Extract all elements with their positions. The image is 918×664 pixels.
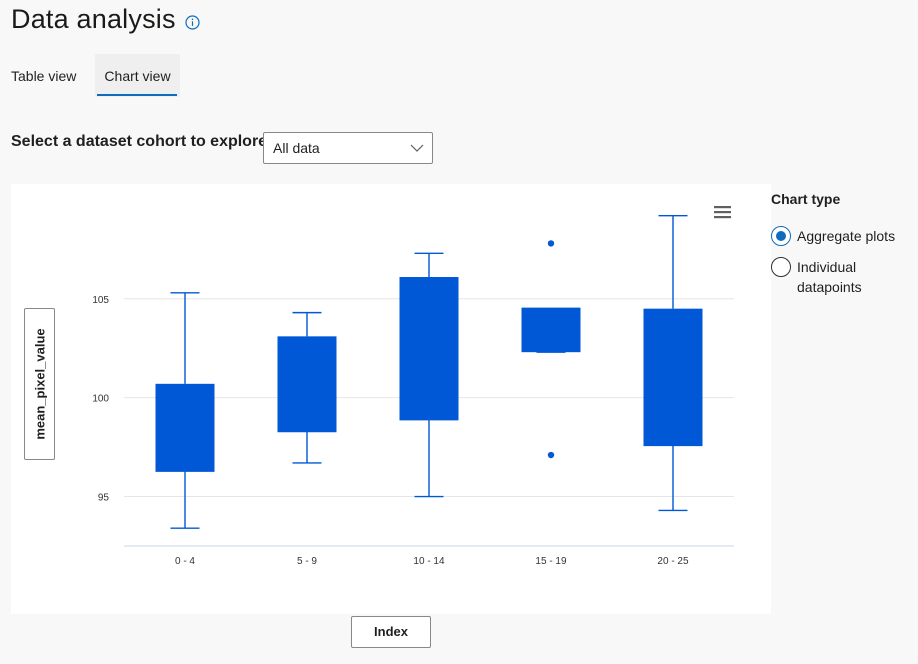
radio-selected-icon <box>771 226 791 246</box>
box-plot-chart: 95 100 105 0 - 4 5 - 9 10 - 14 15 - 19 20 - 25 <box>92 215 734 567</box>
box <box>399 277 459 420</box>
y-axis-selector-button[interactable]: mean_pixel_value <box>24 308 55 460</box>
page: Data analysis Table view Chart view Sele… <box>0 0 918 664</box>
y-tick-label: 95 <box>98 493 110 504</box>
x-tick-label: 20 - 25 <box>657 556 689 567</box>
box <box>521 308 581 353</box>
box <box>643 308 703 446</box>
x-tick-label: 15 - 19 <box>535 556 567 567</box>
chart-type-title: Chart type <box>771 191 841 207</box>
x-axis-selector-button[interactable]: Index <box>351 616 431 648</box>
box <box>155 383 215 471</box>
x-tick-label: 10 - 14 <box>413 556 445 567</box>
x-tick-label: 5 - 9 <box>297 556 317 567</box>
chart-menu-icon[interactable] <box>714 205 731 219</box>
y-tick-label: 105 <box>92 295 109 306</box>
outlier-point <box>547 240 555 247</box>
box <box>277 336 337 432</box>
radio-individual-datapoints[interactable]: Individual datapoints <box>771 257 907 297</box>
radio-aggregate-plots-label: Aggregate plots <box>797 228 896 244</box>
radio-unselected-icon <box>771 257 791 277</box>
radio-aggregate-plots[interactable]: Aggregate plots <box>771 226 907 246</box>
outlier-point <box>547 451 555 459</box>
y-axis-label: mean_pixel_value <box>32 328 47 440</box>
radio-individual-datapoints-label: Individual datapoints <box>797 259 862 295</box>
y-tick-label: 100 <box>92 394 109 405</box>
x-tick-label: 0 - 4 <box>175 556 195 567</box>
